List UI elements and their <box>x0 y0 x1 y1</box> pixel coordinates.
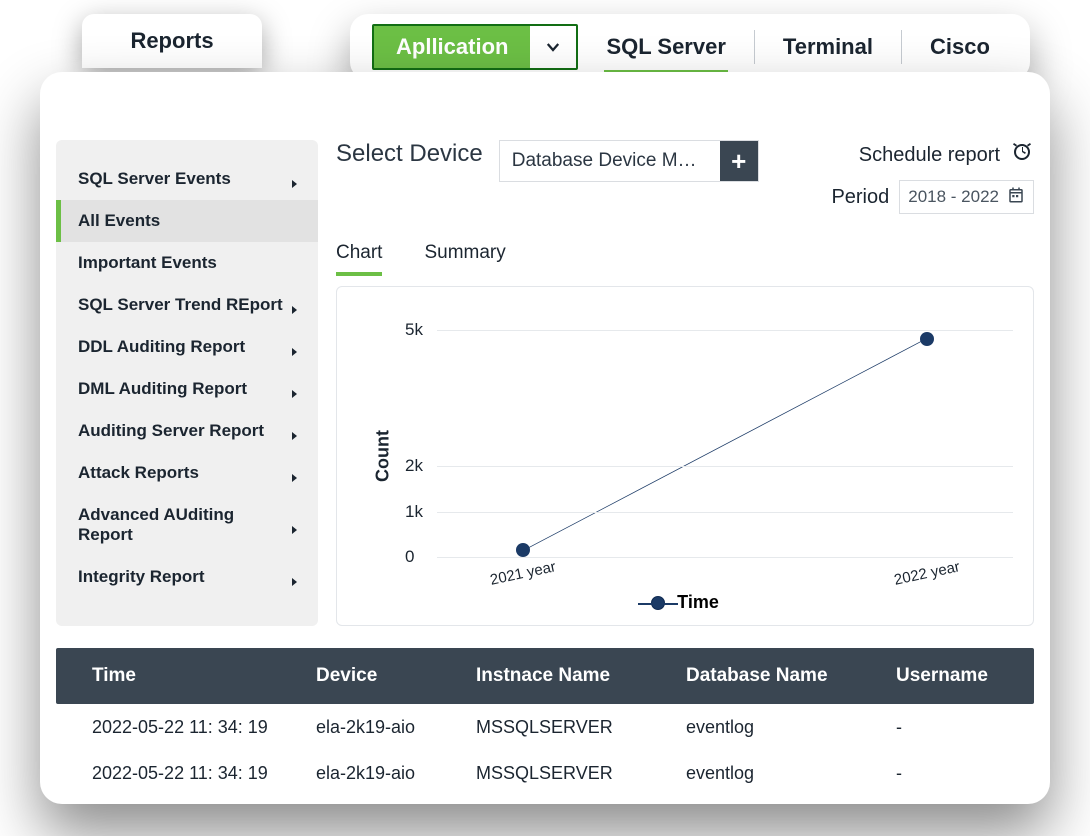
chart-x-tick: 2022 year <box>892 558 961 589</box>
sidebar-item[interactable]: Advanced AUditing Report <box>56 494 318 556</box>
chart: Count 2021 year 2022 year Time 0 1k 2k 5k <box>336 286 1034 626</box>
sidebar-item-label: Auditing Server Report <box>78 421 264 441</box>
chart-point <box>920 332 934 346</box>
legend-marker <box>651 596 665 610</box>
chevron-right-icon <box>290 174 300 184</box>
sidebar-item[interactable]: DML Auditing Report <box>56 368 318 410</box>
data-table: TimeDeviceInstnace NameDatabase NameUser… <box>56 648 1034 796</box>
sidebar-item-label: All Events <box>78 211 160 231</box>
sidebar-item-label: Advanced AUditing Report <box>78 505 290 545</box>
table-column-header: Time <box>56 665 306 687</box>
device-select[interactable]: Database Device MSSQL... + <box>499 140 759 182</box>
table-column-header: Device <box>306 665 466 687</box>
chevron-right-icon <box>290 300 300 310</box>
add-device-button[interactable]: + <box>720 141 758 181</box>
chart-y-tick: 2k <box>405 456 423 476</box>
sidebar-item-label: DDL Auditing Report <box>78 337 245 357</box>
sidebar-item[interactable]: Attack Reports <box>56 452 318 494</box>
sidebar-item-label: Integrity Report <box>78 567 205 587</box>
chart-y-tick: 5k <box>405 320 423 340</box>
chart-x-tick: 2021 year <box>489 558 558 589</box>
select-device-label: Select Device <box>336 140 483 168</box>
chevron-right-icon <box>290 468 300 478</box>
table-cell: ela-2k19-aio <box>306 717 466 738</box>
chevron-right-icon <box>290 342 300 352</box>
alarm-clock-icon <box>1010 140 1034 170</box>
table-cell: 2022-05-22 11: 34: 19 <box>56 717 306 738</box>
table-column-header: Database Name <box>676 665 886 687</box>
chart-x-label: Time <box>677 592 719 613</box>
chart-y-label: Count <box>372 430 393 482</box>
sidebar-item[interactable]: Integrity Report <box>56 556 318 598</box>
table-row[interactable]: 2022-05-22 11: 34: 19ela-2k19-aioMSSQLSE… <box>56 704 1034 750</box>
main-panel: Select Device Database Device MSSQL... +… <box>336 140 1034 626</box>
period-range[interactable]: 2018 - 2022 <box>899 180 1034 214</box>
period-label: Period <box>831 186 889 209</box>
divider <box>901 30 902 64</box>
sub-tabs: Chart Summary <box>336 242 1034 276</box>
reports-tab-label: Reports <box>130 28 213 54</box>
divider <box>754 30 755 64</box>
chevron-down-icon <box>530 26 576 68</box>
sidebar-item-label: Important Events <box>78 253 217 273</box>
chevron-right-icon <box>290 572 300 582</box>
tab-terminal[interactable]: Terminal <box>781 30 875 64</box>
sidebar-item[interactable]: DDL Auditing Report <box>56 326 318 368</box>
schedule-report-button[interactable]: Schedule report <box>859 140 1034 170</box>
table-header: TimeDeviceInstnace NameDatabase NameUser… <box>56 648 1034 704</box>
table-cell: MSSQLSERVER <box>466 763 676 784</box>
table-cell: - <box>886 763 1034 784</box>
table-cell: MSSQLSERVER <box>466 717 676 738</box>
reports-tab[interactable]: Reports <box>82 14 262 68</box>
subtab-chart[interactable]: Chart <box>336 242 382 276</box>
chart-point <box>516 543 530 557</box>
table-column-header: Instnace Name <box>466 665 676 687</box>
sidebar-item[interactable]: SQL Server Events <box>56 158 318 200</box>
table-cell: - <box>886 717 1034 738</box>
main-card: SQL Server Events All Events Important Eve… <box>40 72 1050 804</box>
sidebar: SQL Server Events All Events Important Eve… <box>56 140 318 626</box>
sidebar-item-label: Attack Reports <box>78 463 199 483</box>
table-cell: eventlog <box>676 717 886 738</box>
sidebar-item[interactable]: All Events <box>56 200 318 242</box>
sidebar-item-label: SQL Server Trend REport <box>78 295 283 315</box>
top-bar: Apllication SQL Server Terminal Cisco <box>350 14 1030 80</box>
sidebar-item[interactable]: Auditing Server Report <box>56 410 318 452</box>
device-select-value: Database Device MSSQL... <box>500 150 720 172</box>
tab-cisco[interactable]: Cisco <box>928 30 992 64</box>
period-range-value: 2018 - 2022 <box>908 187 999 207</box>
application-dropdown-label: Apllication <box>374 26 530 68</box>
schedule-report-label: Schedule report <box>859 144 1000 167</box>
chevron-right-icon <box>290 426 300 436</box>
sidebar-item-label: DML Auditing Report <box>78 379 247 399</box>
application-dropdown[interactable]: Apllication <box>372 24 578 70</box>
table-cell: ela-2k19-aio <box>306 763 466 784</box>
tab-sql-server[interactable]: SQL Server <box>604 30 727 64</box>
sidebar-item[interactable]: Important Events <box>56 242 318 284</box>
chart-y-tick: 0 <box>405 547 414 567</box>
chevron-right-icon <box>290 520 300 530</box>
period-picker: Period 2018 - 2022 <box>831 180 1034 214</box>
chevron-right-icon <box>290 384 300 394</box>
table-row[interactable]: 2022-05-22 11: 34: 19ela-2k19-aioMSSQLSE… <box>56 750 1034 796</box>
subtab-summary[interactable]: Summary <box>424 242 505 276</box>
sidebar-item[interactable]: SQL Server Trend REport <box>56 284 318 326</box>
table-cell: 2022-05-22 11: 34: 19 <box>56 763 306 784</box>
table-column-header: Username <box>886 665 1034 687</box>
table-cell: eventlog <box>676 763 886 784</box>
calendar-icon <box>1007 186 1025 209</box>
chart-y-tick: 1k <box>405 502 423 522</box>
sidebar-item-label: SQL Server Events <box>78 169 231 189</box>
